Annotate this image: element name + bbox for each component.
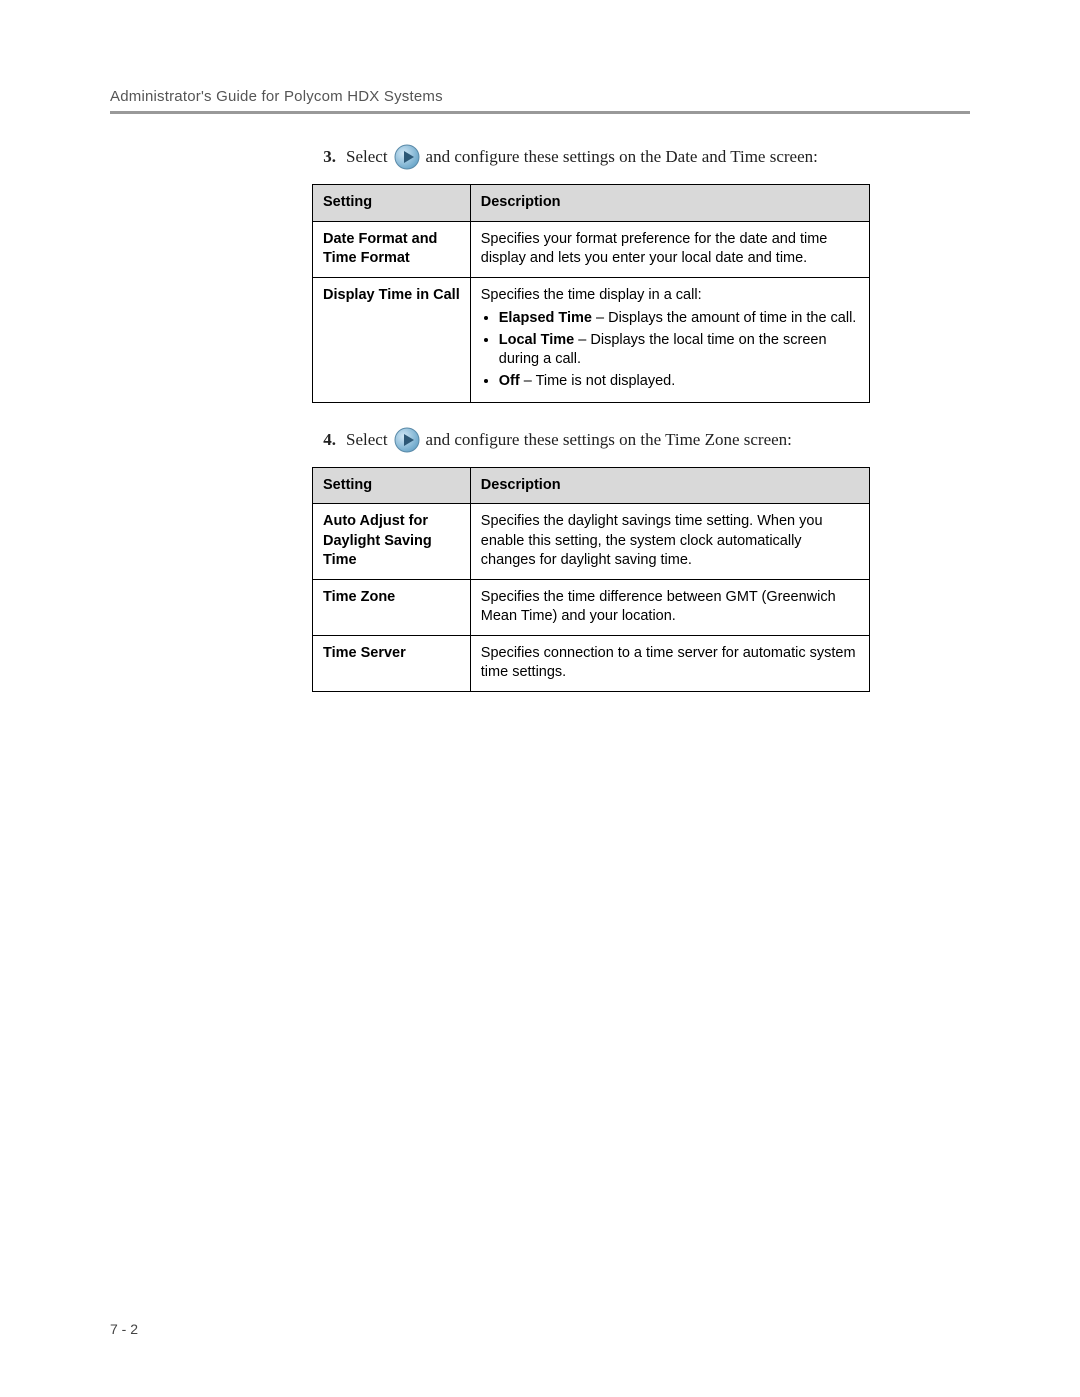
list-item: Off – Time is not displayed. — [499, 372, 859, 392]
setting-name: Date Format and Time Format — [313, 221, 471, 277]
step-4-text-after: and configure these settings on the Time… — [426, 430, 792, 450]
table-row: Time Zone Specifies the time difference … — [313, 579, 870, 635]
setting-name: Auto Adjust for Daylight Saving Time — [313, 504, 471, 580]
col-header-description: Description — [470, 467, 869, 504]
table-header-row: Setting Description — [313, 185, 870, 222]
step-3-table: Setting Description Date Format and Time… — [312, 184, 870, 403]
setting-name: Time Server — [313, 635, 471, 691]
content-area: 3. Select and configure thes — [310, 144, 970, 692]
step-3-line: 3. Select and configure thes — [310, 144, 970, 170]
desc-bullet-list: Elapsed Time – Displays the amount of ti… — [481, 309, 859, 391]
step-4-table: Setting Description Auto Adjust for Dayl… — [312, 467, 870, 693]
desc-text: Specifies the time display in a call: — [481, 287, 702, 303]
play-arrow-icon — [394, 144, 420, 170]
setting-description: Specifies the time difference between GM… — [470, 579, 869, 635]
step-4-block: 4. Select and configure thes — [310, 427, 970, 693]
col-header-setting: Setting — [313, 185, 471, 222]
bullet-bold: Off — [499, 373, 520, 389]
table-row: Date Format and Time Format Specifies yo… — [313, 221, 870, 277]
play-arrow-icon — [394, 427, 420, 453]
step-3-text-before: Select — [346, 147, 388, 167]
header-rule — [110, 111, 970, 114]
col-header-setting: Setting — [313, 467, 471, 504]
page: Administrator's Guide for Polycom HDX Sy… — [0, 0, 1080, 1397]
list-item: Local Time – Displays the local time on … — [499, 331, 859, 370]
step-3-block: 3. Select and configure thes — [310, 144, 970, 403]
header-title: Administrator's Guide for Polycom HDX Sy… — [110, 88, 443, 105]
step-3-number: 3. — [314, 147, 336, 167]
list-item: Elapsed Time – Displays the amount of ti… — [499, 309, 859, 329]
bullet-rest: – Time is not displayed. — [520, 373, 676, 389]
bullet-rest: – Displays the amount of time in the cal… — [592, 310, 856, 326]
table-row: Auto Adjust for Daylight Saving Time Spe… — [313, 504, 870, 580]
bullet-bold: Elapsed Time — [499, 310, 592, 326]
bullet-bold: Local Time — [499, 332, 574, 348]
setting-description: Specifies your format preference for the… — [470, 221, 869, 277]
col-header-description: Description — [470, 185, 869, 222]
table-row: Display Time in Call Specifies the time … — [313, 277, 870, 402]
setting-description: Specifies the daylight savings time sett… — [470, 504, 869, 580]
page-number: 7 - 2 — [110, 1321, 138, 1337]
desc-text: Specifies your format preference for the… — [481, 231, 828, 267]
step-4-text-before: Select — [346, 430, 388, 450]
step-3-text-after: and configure these settings on the Date… — [426, 147, 818, 167]
setting-description: Specifies connection to a time server fo… — [470, 635, 869, 691]
setting-description: Specifies the time display in a call: El… — [470, 277, 869, 402]
step-4-line: 4. Select and configure thes — [310, 427, 970, 453]
step-4-number: 4. — [314, 430, 336, 450]
page-header: Administrator's Guide for Polycom HDX Sy… — [110, 88, 970, 105]
table-row: Time Server Specifies connection to a ti… — [313, 635, 870, 691]
setting-name: Display Time in Call — [313, 277, 471, 402]
setting-name: Time Zone — [313, 579, 471, 635]
table-header-row: Setting Description — [313, 467, 870, 504]
